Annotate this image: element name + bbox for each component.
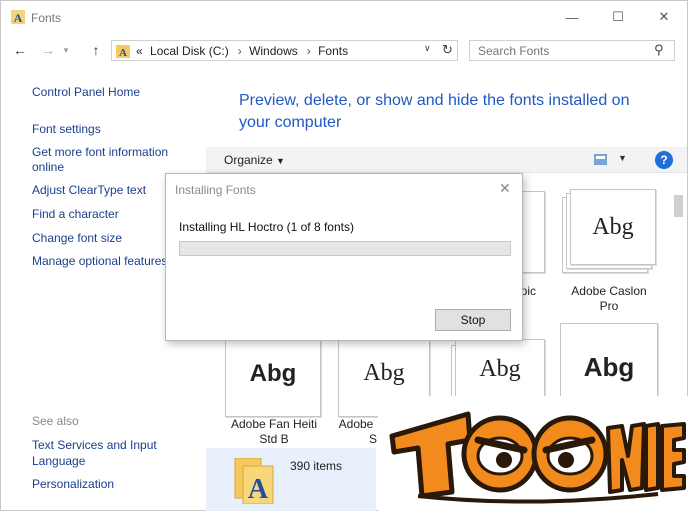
refresh-icon[interactable]: ↻	[442, 42, 453, 58]
page-heading: Preview, delete, or show and hide the fo…	[239, 90, 659, 134]
page-heading-line1: Preview, delete, or show and hide the fo…	[239, 92, 630, 109]
recent-locations-icon[interactable]: ▾	[57, 40, 75, 60]
font-preview-page: Abg	[225, 339, 321, 417]
item-count: 390 items	[290, 459, 343, 473]
personalization-link[interactable]: Personalization	[32, 477, 114, 492]
font-sample: Abg	[592, 214, 634, 240]
chevron-right-icon: ›	[306, 44, 311, 58]
install-status-text: Installing HL Hoctro (1 of 8 fonts)	[179, 220, 354, 234]
font-sample: Abg	[363, 360, 405, 386]
svg-text:A: A	[14, 11, 23, 24]
change-font-size-link[interactable]: Change font size	[32, 231, 122, 246]
font-sample: Abg	[249, 360, 297, 387]
font-name: Adobe Caslon	[571, 284, 647, 298]
search-icon[interactable]: ⚲	[654, 42, 664, 58]
help-icon[interactable]: ?	[655, 151, 673, 169]
organize-menu[interactable]: Organize ▼	[224, 153, 285, 167]
dialog-close-icon[interactable]: ✕	[499, 180, 511, 197]
search-box[interactable]: ⚲	[469, 40, 675, 61]
stop-button[interactable]: Stop	[435, 309, 511, 331]
breadcrumb-overflow[interactable]: «	[136, 44, 143, 58]
navigation-bar: ← → ▾ ↑ A « Local Disk (C:) › Windows › Fo…	[1, 37, 687, 63]
font-tile-label: Adobe Caslon Pro	[554, 284, 664, 314]
window-title: Fonts	[31, 11, 62, 25]
installing-fonts-dialog: Installing Fonts ✕ Installing HL Hoctro …	[165, 173, 523, 341]
install-progress-bar	[179, 241, 511, 256]
font-settings-link[interactable]: Font settings	[32, 122, 101, 137]
get-more-font-info-link-line2[interactable]: online	[32, 160, 64, 175]
font-name-line2: Std B	[259, 432, 289, 446]
fonts-folder-icon: A	[234, 458, 274, 504]
see-also-label: See also	[32, 414, 79, 428]
chevron-down-icon[interactable]: ∨	[424, 43, 431, 54]
font-name-line2: Pro	[599, 299, 619, 313]
breadcrumb-local-disk[interactable]: Local Disk (C:)	[150, 44, 229, 58]
chevron-right-icon: ›	[237, 44, 242, 58]
breadcrumb: « Local Disk (C:) › Windows › Fonts	[136, 44, 352, 58]
chevron-down-icon[interactable]: ▼	[618, 153, 627, 163]
toonies-logo	[378, 396, 688, 511]
font-name: Adobe Fan Heiti	[230, 417, 318, 431]
address-bar[interactable]: A « Local Disk (C:) › Windows › Fonts ∨ ↻	[111, 40, 458, 61]
font-tile-label: Adobe Fan Heiti Std B	[219, 417, 329, 447]
manage-optional-features-link[interactable]: Manage optional features	[32, 254, 167, 269]
font-tile-adobe-fan-heiti[interactable]: Abg	[223, 333, 321, 421]
control-panel-home-link[interactable]: Control Panel Home	[32, 85, 140, 100]
search-input[interactable]	[478, 43, 648, 58]
up-arrow-icon[interactable]: ↑	[87, 40, 105, 60]
chevron-down-icon: ▼	[276, 156, 285, 166]
adjust-cleartype-link[interactable]: Adjust ClearType text	[32, 183, 146, 198]
minimize-button[interactable]: —	[557, 7, 587, 27]
font-tile-adobe-caslon[interactable]: Abg	[562, 189, 656, 277]
vertical-scrollbar[interactable]	[672, 191, 685, 391]
breadcrumb-fonts[interactable]: Fonts	[318, 44, 348, 58]
get-more-font-info-link[interactable]: Get more font information	[32, 145, 168, 160]
svg-text:A: A	[248, 474, 269, 504]
font-sample: Abg	[479, 356, 521, 382]
dialog-title: Installing Fonts	[175, 183, 256, 197]
maximize-button[interactable]: ☐	[603, 7, 633, 27]
text-services-link-line2[interactable]: Language	[32, 454, 85, 469]
find-character-link[interactable]: Find a character	[32, 207, 119, 222]
breadcrumb-windows[interactable]: Windows	[249, 44, 298, 58]
close-button[interactable]: ✕	[649, 7, 679, 27]
details-pane	[206, 448, 376, 511]
font-preview-page: Abg	[570, 189, 656, 265]
title-bar: A Fonts — ☐ ✕	[1, 1, 687, 33]
scrollbar-thumb[interactable]	[674, 195, 683, 217]
forward-arrow-icon[interactable]: →	[39, 40, 57, 60]
text-services-link[interactable]: Text Services and Input	[32, 438, 157, 453]
fonts-folder-icon: A	[116, 45, 130, 58]
fonts-window: A Fonts — ☐ ✕ ← → ▾ ↑ A « Local Disk (C:…	[0, 0, 688, 511]
back-arrow-icon[interactable]: ←	[11, 40, 29, 60]
font-sample: Abg	[583, 352, 635, 382]
organize-label: Organize	[224, 153, 273, 167]
view-options-icon[interactable]	[594, 154, 607, 165]
svg-text:A: A	[119, 47, 127, 58]
command-bar: Organize ▼ ▼ ?	[206, 147, 687, 173]
fonts-app-icon: A	[11, 10, 25, 24]
page-heading-line2: your computer	[239, 114, 342, 131]
